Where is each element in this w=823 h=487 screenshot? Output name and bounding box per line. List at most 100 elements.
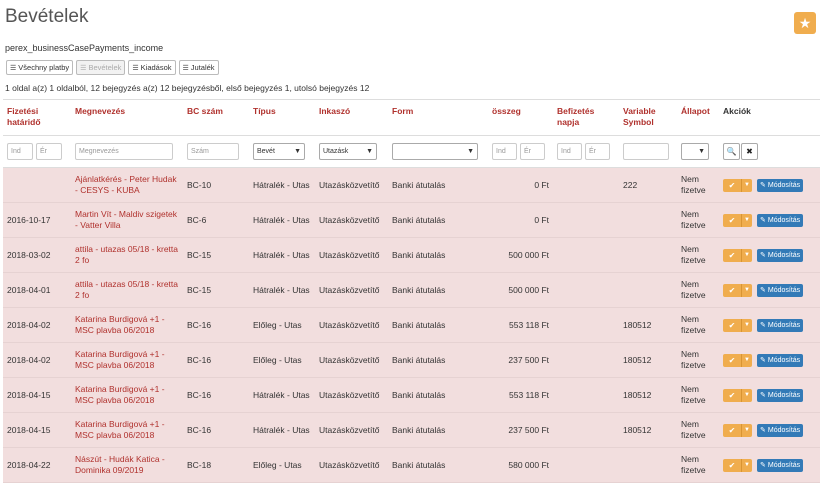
status-dropdown-button[interactable]: ▼ — [741, 318, 752, 332]
cell-amount: 553 118 Ft — [508, 319, 549, 330]
edit-button[interactable]: ✎ Módosítás — [757, 283, 804, 297]
mark-paid-button[interactable]: ✔ — [723, 388, 741, 402]
cell-due: 2018-04-15 — [7, 424, 51, 435]
cell-paid — [553, 343, 619, 377]
col-header-form[interactable]: Form — [388, 100, 488, 135]
status-filter-select[interactable]: ▼ — [681, 143, 709, 160]
edit-label: Módosítás — [767, 391, 801, 399]
search-button[interactable]: 🔍 — [723, 143, 740, 160]
table-row[interactable]: 2018-04-02 Katarina Burdigová +1 - MSC pl… — [3, 343, 820, 378]
check-icon: ✔ — [728, 285, 736, 295]
edit-button[interactable]: ✎ Módosítás — [757, 248, 804, 262]
name-filter-input[interactable]: Megnevezés — [75, 143, 173, 160]
row-actions: ✔ ▼ ✎ Módosítás — [719, 308, 820, 342]
status-dropdown-button[interactable]: ▼ — [741, 213, 752, 227]
status-dropdown-button[interactable]: ▼ — [741, 283, 752, 297]
paid-from-input[interactable]: Ind — [557, 143, 582, 160]
mark-paid-button[interactable]: ✔ — [723, 353, 741, 367]
cell-type: Előleg - Utas — [253, 459, 302, 470]
status-dropdown-button[interactable]: ▼ — [741, 458, 752, 472]
cell-amount: 580 000 Ft — [508, 459, 549, 470]
cell-vs — [619, 273, 677, 307]
edit-icon: ✎ — [760, 356, 766, 364]
row-actions: ✔ ▼ ✎ Módosítás — [719, 203, 820, 237]
table-header-row: Fizetési határidő Megnevezés BC szám Típ… — [3, 99, 820, 136]
table-row[interactable]: 2016-10-17 Martin Vít - Maldiv szigetek -… — [3, 203, 820, 238]
cell-name[interactable]: Katarina Burdigová +1 - MSC plavba 06/20… — [71, 413, 183, 447]
edit-label: Módosítás — [767, 286, 801, 294]
filter-rewards-button[interactable]: ☰ Jutalék — [178, 60, 219, 75]
cell-collector: Utazásközvetítő — [319, 389, 380, 400]
col-header-status[interactable]: Állapot — [677, 100, 719, 135]
col-header-collector[interactable]: Inkaszó — [315, 100, 388, 135]
cell-bc: BC-16 — [187, 319, 212, 330]
mark-paid-button[interactable]: ✔ — [723, 248, 741, 262]
caret-down-icon: ▼ — [744, 251, 750, 258]
collector-filter-select[interactable]: Utazásk ▼ — [319, 143, 377, 160]
mark-paid-button[interactable]: ✔ — [723, 318, 741, 332]
filter-expenses-label: Kiadások — [140, 63, 172, 72]
type-filter-select[interactable]: Bevét ▼ — [253, 143, 305, 160]
edit-button[interactable]: ✎ Módosítás — [757, 318, 804, 332]
cell-form: Banki átutalás — [392, 284, 446, 295]
edit-button[interactable]: ✎ Módosítás — [757, 458, 804, 472]
table-row[interactable]: 2018-03-02 attila - utazas 05/18 - kretta… — [3, 238, 820, 273]
form-filter-select[interactable]: ▼ — [392, 143, 478, 160]
cell-name[interactable]: attila - utazas 05/18 - kretta 2 fo — [71, 238, 183, 272]
cell-name[interactable]: Katarina Burdigová +1 - MSC plavba 06/20… — [71, 343, 183, 377]
status-dropdown-button[interactable]: ▼ — [741, 353, 752, 367]
edit-button[interactable]: ✎ Módosítás — [757, 388, 804, 402]
mark-paid-button[interactable]: ✔ — [723, 458, 741, 472]
filter-all-payments-button[interactable]: ☰ Všechny platby — [6, 60, 74, 75]
edit-button[interactable]: ✎ Módosítás — [757, 423, 804, 437]
col-header-amount[interactable]: összeg — [488, 100, 553, 135]
status-dropdown-button[interactable]: ▼ — [741, 388, 752, 402]
col-header-vs[interactable]: Variable Symbol — [619, 100, 677, 135]
status-dropdown-button[interactable]: ▼ — [741, 423, 752, 437]
clear-filter-button[interactable]: ✖ — [741, 143, 758, 160]
col-header-type[interactable]: Típus — [249, 100, 315, 135]
row-actions: ✔ ▼ ✎ Módosítás — [719, 448, 820, 482]
cell-name[interactable]: Ajánlatkérés - Peter Hudak - CESYS - KUB… — [71, 168, 183, 202]
cell-name[interactable]: Nászút - Hudák Katica - Dominika 09/2019 — [71, 448, 183, 482]
vs-filter-input[interactable] — [623, 143, 669, 160]
mark-paid-button[interactable]: ✔ — [723, 423, 741, 437]
filter-rewards-label: Jutalék — [190, 63, 215, 72]
due-from-input[interactable]: Ind — [7, 143, 33, 160]
cell-name[interactable]: Martin Vít - Maldiv szigetek - Vatter Vi… — [71, 203, 183, 237]
table-row[interactable]: 2018-04-22 Nászút - Hudák Katica - Domini… — [3, 448, 820, 483]
edit-button[interactable]: ✎ Módosítás — [757, 353, 804, 367]
cell-name[interactable]: Katarina Burdigová +1 - MSC plavba 06/20… — [71, 308, 183, 342]
bc-filter-input[interactable]: Szám — [187, 143, 239, 160]
cell-name[interactable]: Katarina Burdigová +1 - MSC plavba 06/20… — [71, 378, 183, 412]
mark-paid-button[interactable]: ✔ — [723, 178, 741, 192]
table-row[interactable]: 2018-04-01 attila - utazas 05/18 - kretta… — [3, 273, 820, 308]
col-header-bc[interactable]: BC szám — [183, 100, 249, 135]
edit-label: Módosítás — [767, 426, 801, 434]
cell-name[interactable]: attila - utazas 05/18 - kretta 2 fo — [71, 273, 183, 307]
col-header-paid[interactable]: Befizetés napja — [553, 100, 619, 135]
mark-paid-button[interactable]: ✔ — [723, 283, 741, 297]
edit-button[interactable]: ✎ Módosítás — [757, 213, 804, 227]
edit-button[interactable]: ✎ Módosítás — [757, 178, 804, 192]
amount-to-input[interactable]: Ér — [520, 143, 545, 160]
filter-expenses-button[interactable]: ☰ Kiadások — [128, 60, 176, 75]
cell-collector: Utazásközvetítő — [319, 284, 380, 295]
filter-income-button[interactable]: ☰ Bevételek — [76, 60, 126, 75]
edit-label: Módosítás — [767, 356, 801, 364]
col-header-due[interactable]: Fizetési határidő — [3, 100, 71, 135]
due-to-input[interactable]: Ér — [36, 143, 62, 160]
table-row[interactable]: 2018-04-15 Katarina Burdigová +1 - MSC pl… — [3, 378, 820, 413]
caret-down-icon: ▼ — [744, 321, 750, 328]
status-dropdown-button[interactable]: ▼ — [741, 178, 752, 192]
status-dropdown-button[interactable]: ▼ — [741, 248, 752, 262]
amount-from-input[interactable]: Ind — [492, 143, 517, 160]
table-row[interactable]: 2018-04-15 Katarina Burdigová +1 - MSC pl… — [3, 413, 820, 448]
table-row[interactable]: Ajánlatkérés - Peter Hudak - CESYS - KUB… — [3, 168, 820, 203]
table-row[interactable]: 2018-04-02 Katarina Burdigová +1 - MSC pl… — [3, 308, 820, 343]
favorite-star-button[interactable]: ★ — [794, 12, 816, 34]
cell-bc: BC-10 — [187, 179, 212, 190]
col-header-name[interactable]: Megnevezés — [71, 100, 183, 135]
paid-to-input[interactable]: Ér — [585, 143, 610, 160]
mark-paid-button[interactable]: ✔ — [723, 213, 741, 227]
